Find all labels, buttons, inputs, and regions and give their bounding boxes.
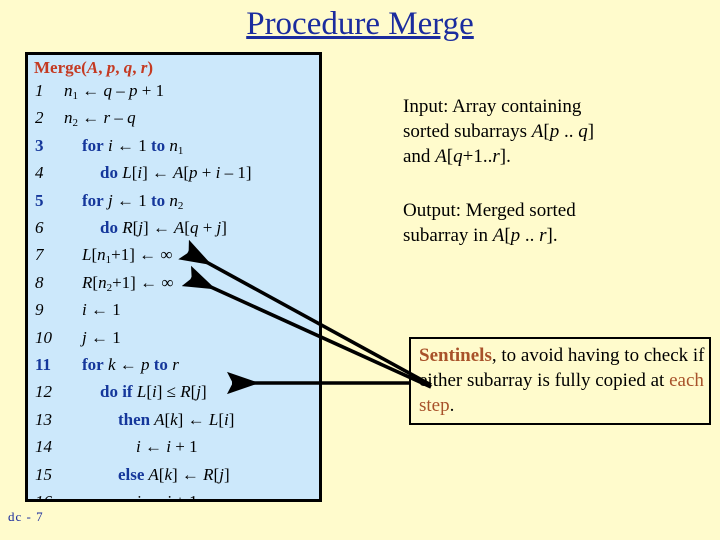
pseudocode-line-16: 16 j ← j + 1	[28, 492, 319, 502]
pseudocode-line-3: 3 for i ← 1 to n1	[28, 135, 319, 162]
sentinels-callout: Sentinels, to avoid having to check if e…	[409, 337, 711, 425]
line-body-5: for j ← 1 to n2	[82, 190, 184, 212]
input-note-line2: sorted subarrays A[p .. q]	[403, 121, 595, 142]
line-number-12: 12	[35, 382, 52, 402]
input-note-line3: and A[q+1..r].	[403, 146, 511, 167]
pseudocode-line-4: 4 do L[i] ← A[p + i – 1]	[28, 163, 319, 189]
line-number-4: 4	[35, 163, 44, 183]
sentinels-callout-text: Sentinels, to avoid having to check if e…	[419, 343, 707, 418]
pseudocode-line-9: 9 i ← 1	[28, 300, 319, 326]
pseudocode-signature: Merge(A, p, q, r)	[34, 58, 153, 77]
line-body-7: L[n1+1] ← ∞	[82, 245, 173, 267]
line-body-6: do R[j] ← A[q + j]	[100, 218, 227, 237]
line-number-5: 5	[35, 190, 44, 210]
line-body-11: for k ← p to r	[82, 355, 179, 374]
line-number-8: 8	[35, 272, 44, 292]
line-body-16: j ← j + 1	[136, 492, 198, 502]
line-body-4: do L[i] ← A[p + i – 1]	[100, 163, 252, 183]
pseudocode-line-13: 13 then A[k] ← L[i]	[28, 409, 319, 436]
pseudocode-line-12: 12 do if L[i] ≤ R[j]	[28, 382, 319, 408]
line-body-14: i ← i + 1	[136, 437, 198, 457]
pseudocode-line-7: 7 L[n1+1] ← ∞	[28, 245, 319, 271]
page-title: Procedure Merge	[0, 4, 720, 44]
slide-footer: dc - 7	[8, 509, 44, 524]
sentinels-part4: .	[449, 395, 455, 416]
line-body-2: n2 ← r – q	[64, 108, 136, 130]
page-title-text: Procedure Merge	[246, 6, 474, 42]
input-note: Input: Array containing sorted subarrays…	[403, 94, 703, 169]
pseudocode-line-10: 10 j ← 1	[28, 327, 319, 354]
line-number-10: 10	[35, 327, 52, 347]
sentinels-part3: fully copied at	[554, 370, 670, 391]
line-body-15: else A[k] ← R[j]	[118, 464, 230, 484]
pseudocode-line-11: 11 for k ← p to r	[28, 355, 319, 381]
pseudocode-line-2: 2 n2 ← r – q	[28, 108, 319, 134]
input-note-line1: Input: Array containing	[403, 96, 582, 117]
slide-canvas: Procedure Merge Merge(A, p, q, r) 1 n1 ← …	[0, 0, 720, 540]
line-body-12: do if L[i] ≤ R[j]	[100, 382, 207, 402]
line-body-3: for i ← 1 to n1	[82, 135, 184, 157]
line-body-8: R[n2+1] ← ∞	[82, 272, 174, 294]
line-number-1: 1	[35, 81, 44, 100]
line-body-10: j ← 1	[82, 327, 121, 347]
line-number-14: 14	[35, 437, 52, 457]
pseudocode-line-6: 6 do R[j] ← A[q + j]	[28, 218, 319, 244]
pseudocode-line-14: 14 i ← i + 1	[28, 437, 319, 463]
pseudocode-line-5: 5 for j ← 1 to n2	[28, 190, 319, 217]
line-body-1: n1 ← q – p + 1	[64, 81, 165, 102]
sentinels-part1: , to avoid having to	[491, 345, 640, 366]
line-number-11: 11	[35, 355, 52, 374]
line-body-13: then A[k] ← L[i]	[118, 409, 235, 429]
pseudocode-line-8: 8 R[n2+1] ← ∞	[28, 272, 319, 299]
pseudocode-line-15: 15 else A[k] ← R[j]	[28, 464, 319, 491]
sentinels-keyword: Sentinels	[419, 345, 492, 366]
line-number-15: 15	[35, 464, 52, 484]
line-number-9: 9	[35, 300, 44, 320]
line-number-7: 7	[35, 245, 44, 265]
output-note: Output: Merged sorted subarray in A[p ..…	[403, 198, 703, 248]
line-number-16: 16	[35, 492, 52, 502]
output-note-line2: subarray in A[p .. r].	[403, 225, 558, 246]
line-number-3: 3	[35, 135, 44, 155]
line-number-2: 2	[35, 108, 44, 128]
pseudocode-line-1: 1 n1 ← q – p + 1	[28, 81, 319, 107]
line-body-9: i ← 1	[82, 300, 121, 320]
output-note-line1: Output: Merged sorted	[403, 200, 576, 221]
line-number-6: 6	[35, 218, 44, 237]
pseudocode-panel: Merge(A, p, q, r) 1 n1 ← q – p + 1 2 n2 ← r…	[25, 52, 322, 502]
line-number-13: 13	[35, 409, 52, 429]
